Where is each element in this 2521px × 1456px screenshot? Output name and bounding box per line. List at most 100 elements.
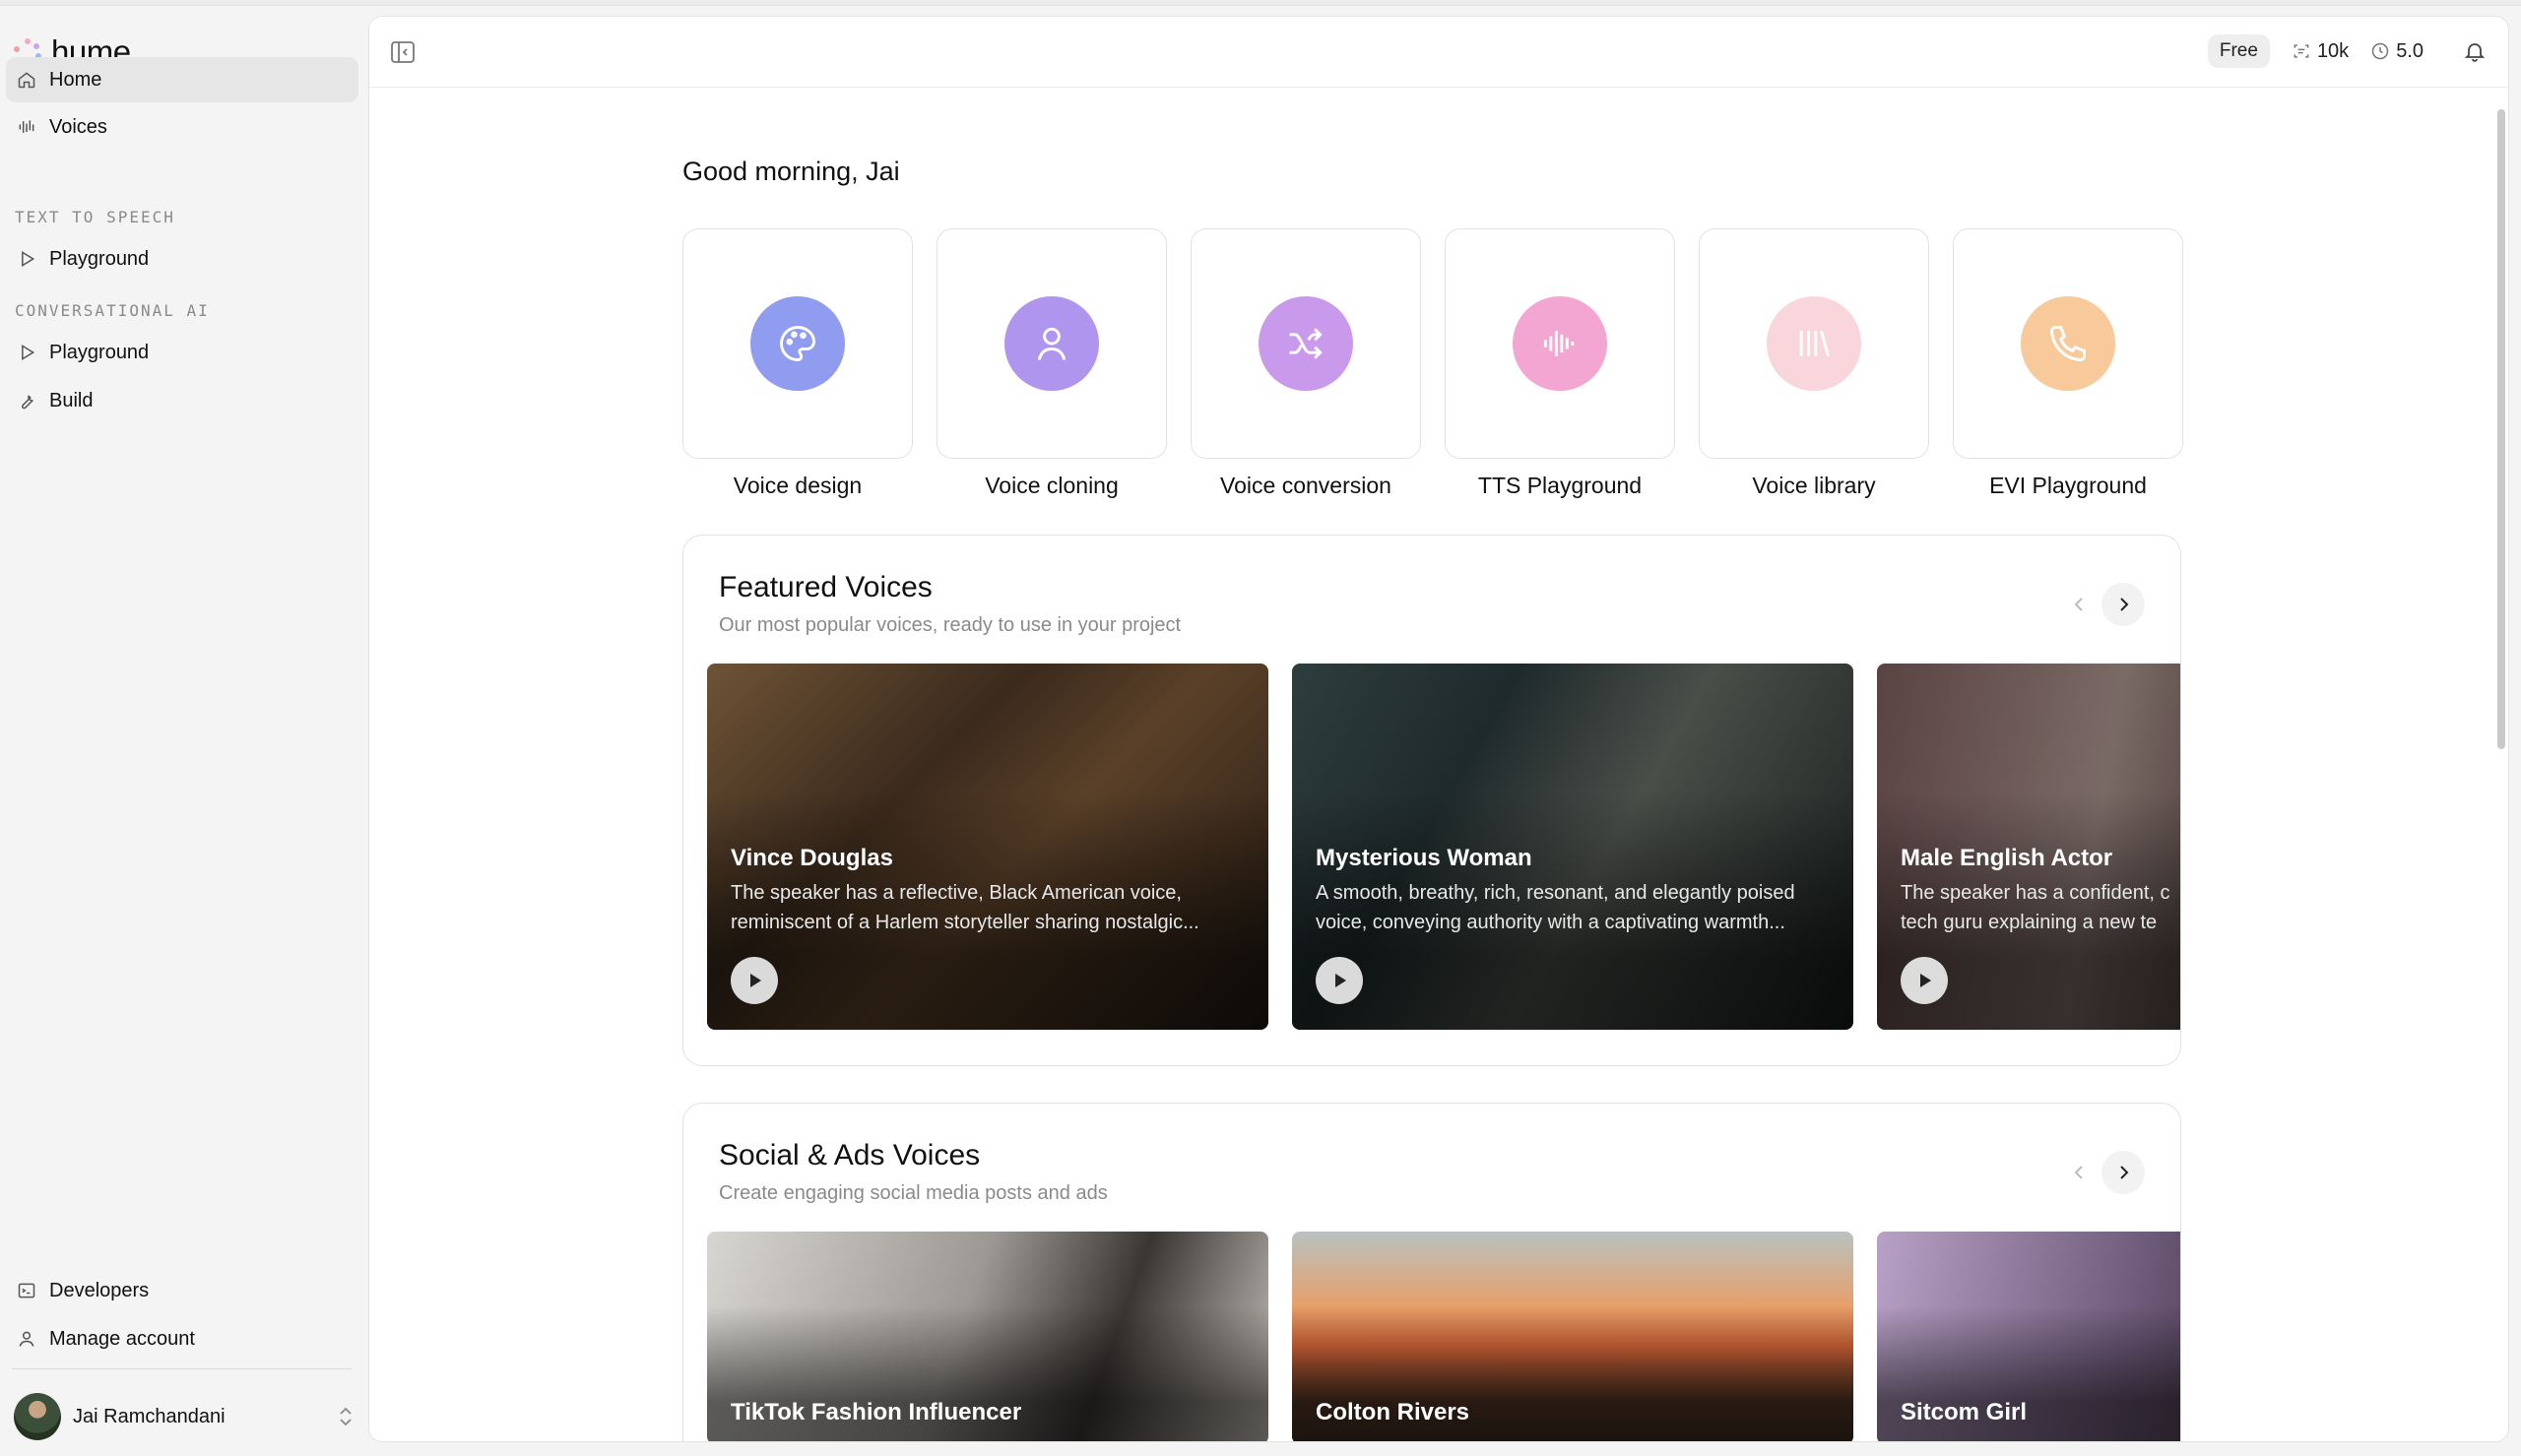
characters-icon <box>2294 44 2309 58</box>
top-bar: Free 10k 5.0 <box>369 17 2508 88</box>
sidebar-item-tts-playground[interactable]: Playground <box>6 236 358 282</box>
voice-description: A smooth, breathy, rich, resonant, and e… <box>1316 878 1828 937</box>
voice-description: The speaker has a reflective, Black Amer… <box>731 878 1243 937</box>
palette-icon <box>750 296 845 391</box>
voices-icon <box>16 116 37 138</box>
voice-name: TikTok Fashion Influencer <box>731 1399 1022 1425</box>
sidebar: hume Home Voices TEXT TO SPEECH Playgrou… <box>0 6 366 1456</box>
voice-card[interactable]: Sitcom Girl <box>1877 1232 2180 1441</box>
chevron-left-icon <box>2074 1166 2083 1179</box>
play-icon <box>1335 974 1346 987</box>
voice-carousel: TikTok Fashion Influencer Colton Rivers … <box>707 1232 2180 1441</box>
sidebar-item-label: Manage account <box>49 1327 195 1350</box>
section-label-conversational-ai: CONVERSATIONAL AI <box>15 301 210 320</box>
voice-description-line: The speaker has a confident, c <box>1901 882 2170 904</box>
voice-carousel: Vince Douglas The speaker has a reflecti… <box>707 664 2180 1030</box>
sidebar-item-home[interactable]: Home <box>6 57 358 102</box>
characters-stat[interactable]: 10k <box>2292 40 2349 63</box>
wrench-icon <box>16 390 37 411</box>
voice-name: Colton Rivers <box>1316 1399 1470 1425</box>
tile-voice-cloning[interactable]: Voice cloning <box>937 228 1167 499</box>
carousel-next-button[interactable] <box>2101 1151 2145 1194</box>
chevron-left-icon <box>2074 598 2083 611</box>
collapse-sidebar-icon[interactable] <box>389 38 417 66</box>
user-name: Jai Ramchandani <box>73 1405 226 1427</box>
voice-card[interactable]: TikTok Fashion Influencer <box>707 1232 1268 1441</box>
waveform-icon <box>1513 296 1607 391</box>
library-icon <box>1767 296 1861 391</box>
tile-label: TTS Playground <box>1477 473 1643 498</box>
tile-evi-playground[interactable]: EVI Playground <box>1953 228 2183 499</box>
section-subtitle: Our most popular voices, ready to use in… <box>719 614 1182 636</box>
tile-label: Voice cloning <box>985 473 1119 498</box>
sidebar-item-manage-account[interactable]: Manage account <box>6 1316 358 1361</box>
voice-card[interactable]: Mysterious Woman A smooth, breathy, rich… <box>1292 664 1853 1030</box>
sidebar-item-label: Build <box>49 389 94 411</box>
sidebar-item-label: Voices <box>49 115 107 138</box>
carousel-prev-button[interactable] <box>2058 583 2101 626</box>
minutes-stat[interactable]: 5.0 <box>2370 40 2424 63</box>
sidebar-item-voices[interactable]: Voices <box>6 104 358 150</box>
sidebar-item-build[interactable]: Build <box>6 378 358 423</box>
main-panel: Free 10k 5.0 Good morning, Jai Voice des… <box>368 16 2509 1442</box>
plan-badge[interactable]: Free <box>2207 34 2270 68</box>
scrollbar[interactable] <box>2494 88 2508 1441</box>
clock-icon <box>2371 42 2389 60</box>
tile-voice-conversion[interactable]: Voice conversion <box>1191 228 1421 499</box>
tile-tts-playground[interactable]: TTS Playground <box>1445 228 1675 499</box>
chevron-up-down-icon <box>337 1404 355 1429</box>
featured-voices-section: Featured Voices Our most popular voices,… <box>682 535 2181 1066</box>
tile-label: EVI Playground <box>1989 473 2147 498</box>
social-ads-voices-section: Social & Ads Voices Create engaging soci… <box>682 1103 2181 1441</box>
terminal-icon <box>16 1280 37 1301</box>
carousel-next-button[interactable] <box>2101 583 2145 626</box>
chevron-right-icon <box>2120 1166 2129 1179</box>
bell-icon[interactable] <box>2463 39 2487 63</box>
voice-description-line: reminiscent of a Harlem storyteller shar… <box>731 912 1199 933</box>
tile-voice-library[interactable]: Voice library <box>1699 228 1929 499</box>
shuffle-icon <box>1259 296 1353 391</box>
sidebar-item-label: Developers <box>49 1279 150 1301</box>
minutes-value: 5.0 <box>2396 39 2424 62</box>
sidebar-item-label: Playground <box>49 341 150 363</box>
home-icon <box>16 69 37 91</box>
tile-voice-design[interactable]: Voice design <box>682 228 913 499</box>
play-button[interactable] <box>1901 957 1948 1004</box>
tile-label: Voice library <box>1752 473 1876 498</box>
voice-name: Male English Actor <box>1901 845 2113 871</box>
voice-description-line: tech guru explaining a new te <box>1901 912 2158 933</box>
section-title: Social & Ads Voices <box>719 1139 981 1171</box>
voice-name: Vince Douglas <box>731 845 893 871</box>
play-outline-icon <box>16 342 37 363</box>
sidebar-item-label: Home <box>49 68 102 91</box>
voice-name: Sitcom Girl <box>1901 1399 2028 1425</box>
voice-card[interactable]: Male English Actor The speaker has a con… <box>1877 664 2180 1030</box>
user-menu[interactable]: Jai Ramchandani <box>14 1392 355 1441</box>
sidebar-item-developers[interactable]: Developers <box>6 1268 358 1313</box>
phone-icon <box>2021 296 2115 391</box>
play-outline-icon <box>16 248 37 270</box>
section-label-tts: TEXT TO SPEECH <box>15 208 175 226</box>
voice-name: Mysterious Woman <box>1316 845 1532 871</box>
characters-value: 10k <box>2316 39 2350 62</box>
voice-card[interactable]: Vince Douglas The speaker has a reflecti… <box>707 664 1268 1030</box>
play-icon <box>750 974 761 987</box>
play-button[interactable] <box>731 957 778 1004</box>
section-title: Featured Voices <box>719 571 933 603</box>
voice-description-line: voice, conveying authority with a captiv… <box>1316 912 1785 933</box>
user-icon <box>16 1328 37 1350</box>
voice-description-line: The speaker has a reflective, Black Amer… <box>731 882 1182 904</box>
voice-description: The speaker has a confident, c tech guru… <box>1901 878 2180 937</box>
page-greeting: Good morning, Jai <box>682 157 900 186</box>
voice-description-line: A smooth, breathy, rich, resonant, and e… <box>1316 882 1795 904</box>
window-top-border <box>0 0 2521 6</box>
play-button[interactable] <box>1316 957 1363 1004</box>
carousel-prev-button[interactable] <box>2058 1151 2101 1194</box>
voice-card[interactable]: Colton Rivers <box>1292 1232 1853 1441</box>
chevron-right-icon <box>2120 598 2129 611</box>
scrollbar-thumb[interactable] <box>2497 109 2505 749</box>
sidebar-divider <box>12 1368 353 1369</box>
sidebar-item-evi-playground[interactable]: Playground <box>6 330 358 375</box>
user-icon <box>1004 296 1099 391</box>
sidebar-item-label: Playground <box>49 247 150 270</box>
